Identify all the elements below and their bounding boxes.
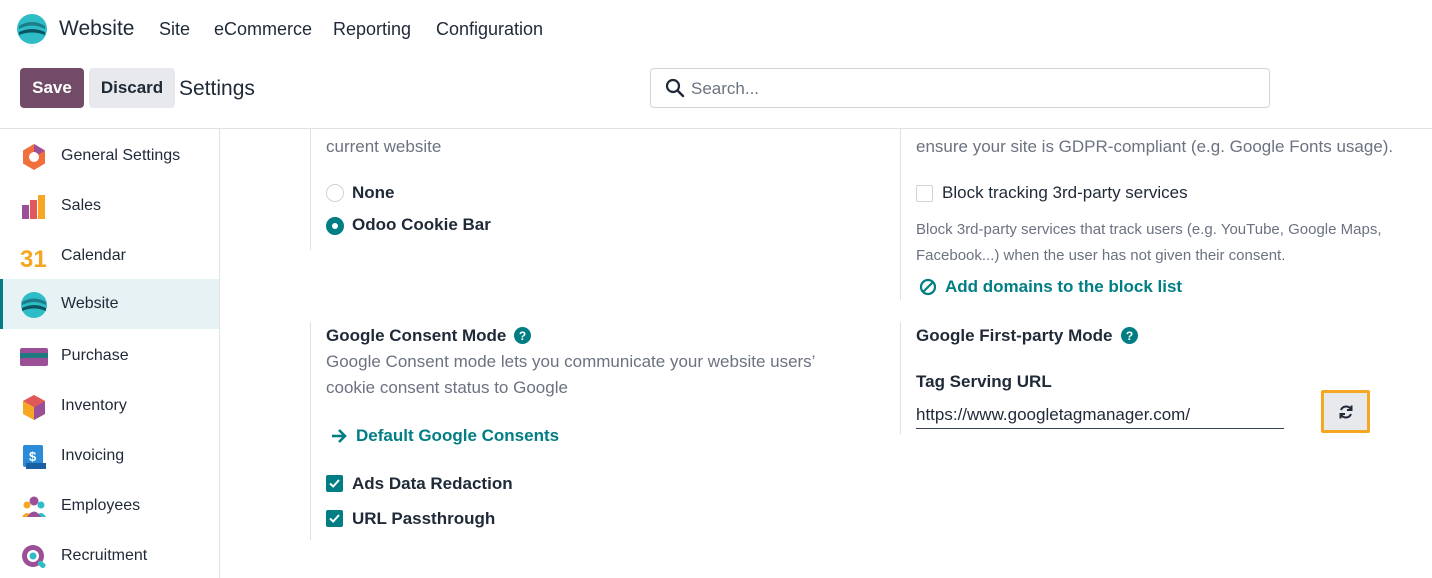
setting-separator (900, 129, 901, 300)
inventory-icon (23, 395, 45, 420)
block-tracking-checkbox[interactable] (916, 185, 933, 202)
svg-text:31: 31 (20, 246, 47, 271)
first-party-title: Google First-party Mode (916, 326, 1113, 345)
general-settings-icon (23, 144, 45, 170)
svg-text:$: $ (29, 449, 37, 464)
discard-button[interactable]: Discard (89, 68, 175, 108)
block-tracking-label[interactable]: Block tracking 3rd-party services (942, 180, 1188, 206)
recruitment-icon (22, 545, 46, 569)
sidebar-item-sales[interactable]: Sales (0, 181, 219, 231)
sidebar-item-label: Recruitment (61, 547, 148, 564)
ads-data-redaction-checkbox[interactable] (326, 475, 343, 492)
tag-serving-url-input[interactable] (916, 402, 1284, 429)
add-domains-link[interactable]: Add domains to the block list (919, 277, 1182, 297)
consent-mode-desc-line2: cookie consent status to Google (326, 378, 568, 397)
menu-site[interactable]: Site (159, 19, 190, 40)
sidebar-item-invoicing[interactable]: $ Invoicing (0, 431, 219, 481)
url-passthrough-checkbox[interactable] (326, 510, 343, 527)
website-app-logo-icon[interactable] (16, 13, 48, 45)
invoicing-icon: $ (23, 445, 46, 469)
sidebar-item-label: Inventory (61, 397, 127, 414)
arrow-right-icon (332, 429, 347, 443)
radio-none[interactable] (326, 184, 344, 202)
sidebar-item-recruitment[interactable]: Recruitment (0, 531, 219, 578)
sidebar-item-label: Sales (61, 197, 102, 214)
tag-serving-url-label: Tag Serving URL (916, 372, 1052, 391)
purchase-icon (20, 348, 48, 366)
search-input[interactable] (691, 77, 1251, 101)
sales-icon (22, 195, 45, 219)
sidebar-item-label: Purchase (61, 347, 129, 364)
consent-mode-title: Google Consent Mode (326, 326, 507, 345)
refresh-icon (1339, 405, 1352, 418)
radio-odoo-cookie-bar-label[interactable]: Odoo Cookie Bar (352, 212, 491, 238)
sidebar-item-label: Website (61, 295, 119, 312)
setting-separator (310, 322, 311, 540)
checkmark-icon (329, 514, 340, 523)
sidebar-item-purchase[interactable]: Purchase (0, 331, 219, 381)
default-google-consents-link[interactable]: Default Google Consents (330, 426, 559, 446)
radio-none-label[interactable]: None (352, 180, 395, 206)
sidebar-item-label: Employees (61, 497, 141, 514)
tracking-description: ensure your site is GDPR-compliant (e.g.… (916, 137, 1394, 156)
setting-separator (900, 322, 901, 434)
ban-icon (919, 278, 937, 296)
consent-mode-help-icon[interactable]: ? (514, 327, 531, 344)
sidebar-item-label: Invoicing (61, 447, 125, 464)
sidebar-item-inventory[interactable]: Inventory (0, 381, 219, 431)
sidebar-item-employees[interactable]: Employees (0, 481, 219, 531)
checkmark-icon (329, 479, 340, 488)
block-tracking-help-line1: Block 3rd-party services that track user… (916, 221, 1382, 238)
employees-icon (22, 496, 46, 517)
website-icon (21, 292, 47, 318)
radio-odoo-cookie-bar[interactable] (326, 217, 344, 235)
ads-data-redaction-label[interactable]: Ads Data Redaction (352, 471, 513, 497)
menu-configuration[interactable]: Configuration (436, 19, 543, 40)
app-name[interactable]: Website (59, 17, 134, 41)
page-title: Settings (179, 77, 255, 100)
setting-separator (310, 129, 311, 250)
menu-ecommerce[interactable]: eCommerce (214, 19, 312, 40)
sidebar-item-label: General Settings (61, 147, 181, 164)
url-passthrough-label[interactable]: URL Passthrough (352, 506, 495, 532)
sidebar-item-label: Calendar (61, 247, 126, 264)
cookies-description: current website (326, 137, 442, 156)
settings-sidebar: General Settings Sales 31 Calendar Websi… (0, 129, 220, 578)
add-domains-link-label: Add domains to the block list (945, 277, 1183, 296)
sidebar-item-general-settings[interactable]: General Settings (0, 131, 219, 181)
sidebar-item-calendar[interactable]: 31 Calendar (0, 231, 219, 281)
first-party-help-icon[interactable]: ? (1121, 327, 1138, 344)
calendar-icon: 31 (20, 246, 47, 271)
block-tracking-help-line2: Facebook...) when the user has not given… (916, 247, 1286, 264)
menu-reporting[interactable]: Reporting (333, 19, 411, 40)
sidebar-item-website[interactable]: Website (0, 279, 219, 329)
search-icon (665, 78, 685, 98)
reset-url-button[interactable] (1321, 390, 1370, 433)
save-button[interactable]: Save (20, 68, 84, 108)
consent-mode-desc-line1: Google Consent mode lets you communicate… (326, 352, 816, 371)
top-navbar: Website Site eCommerce Reporting Configu… (0, 0, 1432, 60)
search-box[interactable] (650, 68, 1270, 108)
default-google-consents-label: Default Google Consents (356, 426, 560, 445)
